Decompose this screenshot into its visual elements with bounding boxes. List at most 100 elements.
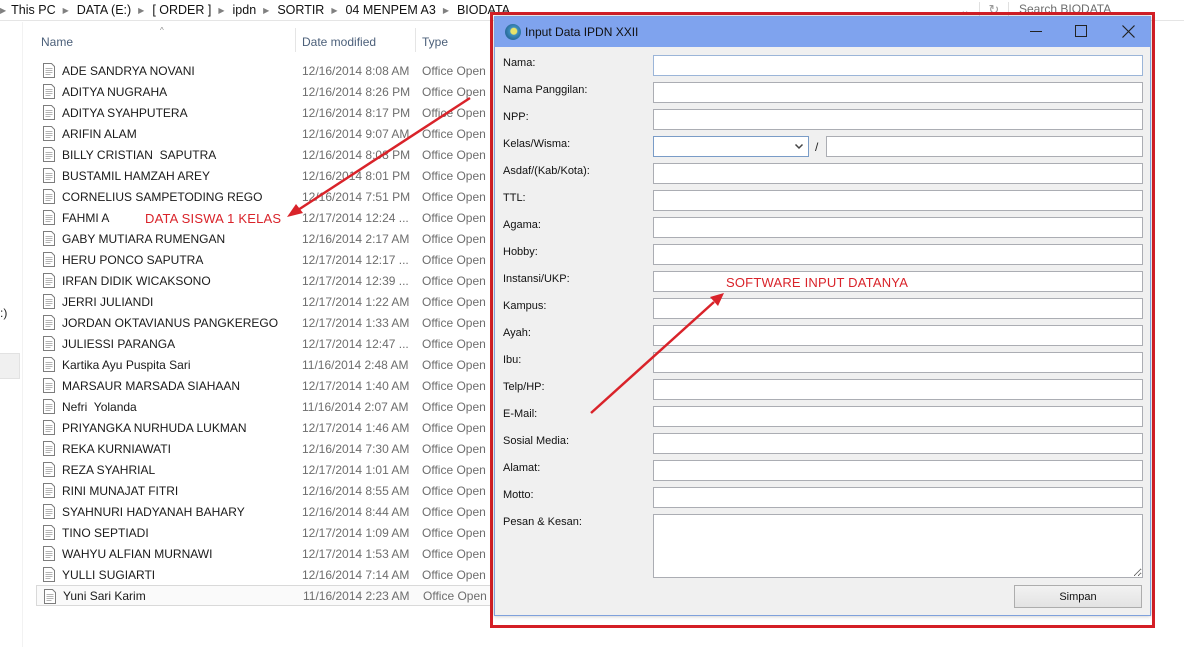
- chevron-right-icon: ▶: [263, 5, 270, 15]
- file-name: MARSAUR MARSADA SIAHAAN: [62, 378, 241, 393]
- hobby-input[interactable]: [653, 244, 1143, 265]
- agama-input[interactable]: [653, 217, 1143, 238]
- label-email: E-Mail:: [503, 408, 538, 420]
- file-name: JERRI JULIANDI: [62, 294, 154, 309]
- file-row[interactable]: ADITYA NUGRAHA 12/16/2014 8:26 PM Office O…: [36, 81, 492, 102]
- breadcrumb-ipdn[interactable]: ipdn ▶: [233, 0, 278, 20]
- annotation-software-input: SOFTWARE INPUT DATANYA: [726, 275, 909, 290]
- file-name: ARIFIN ALAM: [62, 126, 137, 141]
- nav-pane-item[interactable]: :): [0, 306, 7, 320]
- column-divider[interactable]: [415, 28, 416, 52]
- file-row[interactable]: JORDAN OKTAVIANUS PANGKEREGO 12/17/2014 1…: [36, 312, 492, 333]
- file-row[interactable]: ADE SANDRYA NOVANI 12/16/2014 8:08 AM Offi…: [36, 60, 492, 81]
- file-name: IRFAN DIDIK WICAKSONO: [62, 273, 211, 288]
- ayah-input[interactable]: [653, 325, 1143, 346]
- file-row[interactable]: IRFAN DIDIK WICAKSONO 12/17/2014 12:39 ..…: [36, 270, 492, 291]
- document-icon: [43, 168, 55, 183]
- file-date: 12/17/2014 1:40 AM: [302, 378, 410, 393]
- breadcrumb-order[interactable]: [ ORDER ] ▶: [152, 0, 232, 20]
- file-row[interactable]: JERRI JULIANDI 12/17/2014 1:22 AM Office O…: [36, 291, 492, 312]
- file-row[interactable]: BILLY CRISTIAN SAPUTRA 12/16/2014 8:08 PM…: [36, 144, 492, 165]
- file-type: Office Open: [422, 420, 486, 435]
- file-type: Office Open: [422, 168, 486, 183]
- nama-input[interactable]: [653, 55, 1143, 76]
- file-date: 11/16/2014 2:48 AM: [302, 357, 409, 372]
- breadcrumb-this-pc[interactable]: This PC ▶: [11, 0, 77, 20]
- file-row[interactable]: PRIYANGKA NURHUDA LUKMAN 12/17/2014 1:46 …: [36, 417, 492, 438]
- nav-pane-selected-item[interactable]: [0, 353, 20, 379]
- column-header-type[interactable]: Type: [422, 32, 448, 52]
- file-row[interactable]: ARIFIN ALAM 12/16/2014 9:07 AM Office Open: [36, 123, 492, 144]
- document-icon: [43, 315, 55, 330]
- label-telp: Telp/HP:: [503, 381, 545, 393]
- file-row[interactable]: YULLI SUGIARTI 12/16/2014 7:14 AM Office O…: [36, 564, 492, 585]
- file-date: 12/16/2014 8:44 AM: [302, 504, 410, 519]
- file-row[interactable]: TINO SEPTIADI 12/17/2014 1:09 AM Office Op…: [36, 522, 492, 543]
- file-type: Office Open: [422, 231, 486, 246]
- label-instansi: Instansi/UKP:: [503, 273, 570, 285]
- alamat-input[interactable]: [653, 460, 1143, 481]
- label-nama: Nama:: [503, 57, 536, 69]
- file-name: FAHMI A: [62, 210, 110, 225]
- file-row[interactable]: MARSAUR MARSADA SIAHAAN 12/17/2014 1:40 A…: [36, 375, 492, 396]
- asdaf-input[interactable]: [653, 163, 1143, 184]
- file-row[interactable]: ADITYA SYAHPUTERA 12/16/2014 8:17 PM Offic…: [36, 102, 492, 123]
- dialog-title: Input Data IPDN XXII: [525, 25, 639, 39]
- breadcrumb-menpem[interactable]: 04 MENPEM A3 ▶: [345, 0, 456, 20]
- document-icon: [43, 420, 55, 435]
- file-row[interactable]: CORNELIUS SAMPETODING REGO 12/16/2014 7:5…: [36, 186, 492, 207]
- save-button[interactable]: Simpan: [1014, 585, 1142, 608]
- chevron-right-icon: ▶: [218, 5, 225, 15]
- file-row[interactable]: HERU PONCO SAPUTRA 12/17/2014 12:17 ... Of…: [36, 249, 492, 270]
- ttl-input[interactable]: [653, 190, 1143, 211]
- document-icon: [43, 126, 55, 141]
- file-type: Office Open: [422, 336, 486, 351]
- file-name: YULLI SUGIARTI: [62, 567, 156, 582]
- label-pesan-kesan: Pesan & Kesan:: [503, 516, 582, 528]
- breadcrumb-sortir[interactable]: SORTIR ▶: [277, 0, 345, 20]
- pesan-kesan-textarea[interactable]: [653, 514, 1143, 578]
- file-row[interactable]: JULIESSI PARANGA 12/17/2014 12:47 ... Offi…: [36, 333, 492, 354]
- document-icon: [43, 399, 55, 414]
- file-row[interactable]: WAHYU ALFIAN MURNAWI 12/17/2014 1:53 AM Of…: [36, 543, 492, 564]
- label-alamat: Alamat:: [503, 462, 541, 474]
- ibu-input[interactable]: [653, 352, 1143, 373]
- file-row[interactable]: BUSTAMIL HAMZAH AREY 12/16/2014 8:01 PM Of…: [36, 165, 492, 186]
- close-button[interactable]: [1105, 17, 1151, 45]
- file-date: 12/17/2014 1:46 AM: [302, 420, 410, 435]
- file-type: Office Open: [422, 399, 486, 414]
- file-row[interactable]: Nefri Yolanda 11/16/2014 2:07 AM Office Op…: [36, 396, 492, 417]
- label-asdaf: Asdaf/(Kab/Kota):: [503, 165, 590, 177]
- file-name: Nefri Yolanda: [62, 399, 137, 414]
- minimize-button[interactable]: [1013, 17, 1059, 45]
- file-row[interactable]: Kartika Ayu Puspita Sari 11/16/2014 2:48 …: [36, 354, 492, 375]
- email-input[interactable]: [653, 406, 1143, 427]
- dialog-titlebar[interactable]: Input Data IPDN XXII: [495, 17, 1150, 47]
- file-row[interactable]: RINI MUNAJAT FITRI 12/16/2014 8:55 AM Offi…: [36, 480, 492, 501]
- telp-input[interactable]: [653, 379, 1143, 400]
- file-name: ADITYA SYAHPUTERA: [62, 105, 188, 120]
- file-row[interactable]: Yuni Sari Karim 11/16/2014 2:23 AM Office …: [36, 585, 492, 606]
- kelas-select[interactable]: [653, 136, 809, 157]
- file-name: GABY MUTIARA RUMENGAN: [62, 231, 226, 246]
- chevron-right-icon: ▶: [138, 5, 145, 15]
- file-date: 12/17/2014 1:09 AM: [302, 525, 410, 540]
- file-row[interactable]: REZA SYAHRIAL 12/17/2014 1:01 AM Office Op…: [36, 459, 492, 480]
- maximize-button[interactable]: [1058, 17, 1104, 45]
- sosmed-input[interactable]: [653, 433, 1143, 454]
- file-row[interactable]: GABY MUTIARA RUMENGAN 12/16/2014 2:17 AM O…: [36, 228, 492, 249]
- document-icon: [43, 84, 55, 99]
- file-type: Office Open: [422, 546, 486, 561]
- npp-input[interactable]: [653, 109, 1143, 130]
- kampus-input[interactable]: [653, 298, 1143, 319]
- column-header-date[interactable]: Date modified: [302, 32, 376, 52]
- wisma-input[interactable]: [826, 136, 1143, 157]
- file-row[interactable]: REKA KURNIAWATI 12/16/2014 7:30 AM Office …: [36, 438, 492, 459]
- motto-input[interactable]: [653, 487, 1143, 508]
- chevron-right-icon: ▶: [442, 5, 449, 15]
- breadcrumb-data-drive[interactable]: DATA (E:) ▶: [77, 0, 153, 20]
- column-divider[interactable]: [295, 28, 296, 52]
- nama-panggilan-input[interactable]: [653, 82, 1143, 103]
- file-row[interactable]: SYAHNURI HADYANAH BAHARY 12/16/2014 8:44 …: [36, 501, 492, 522]
- column-header-name[interactable]: Name: [41, 32, 73, 52]
